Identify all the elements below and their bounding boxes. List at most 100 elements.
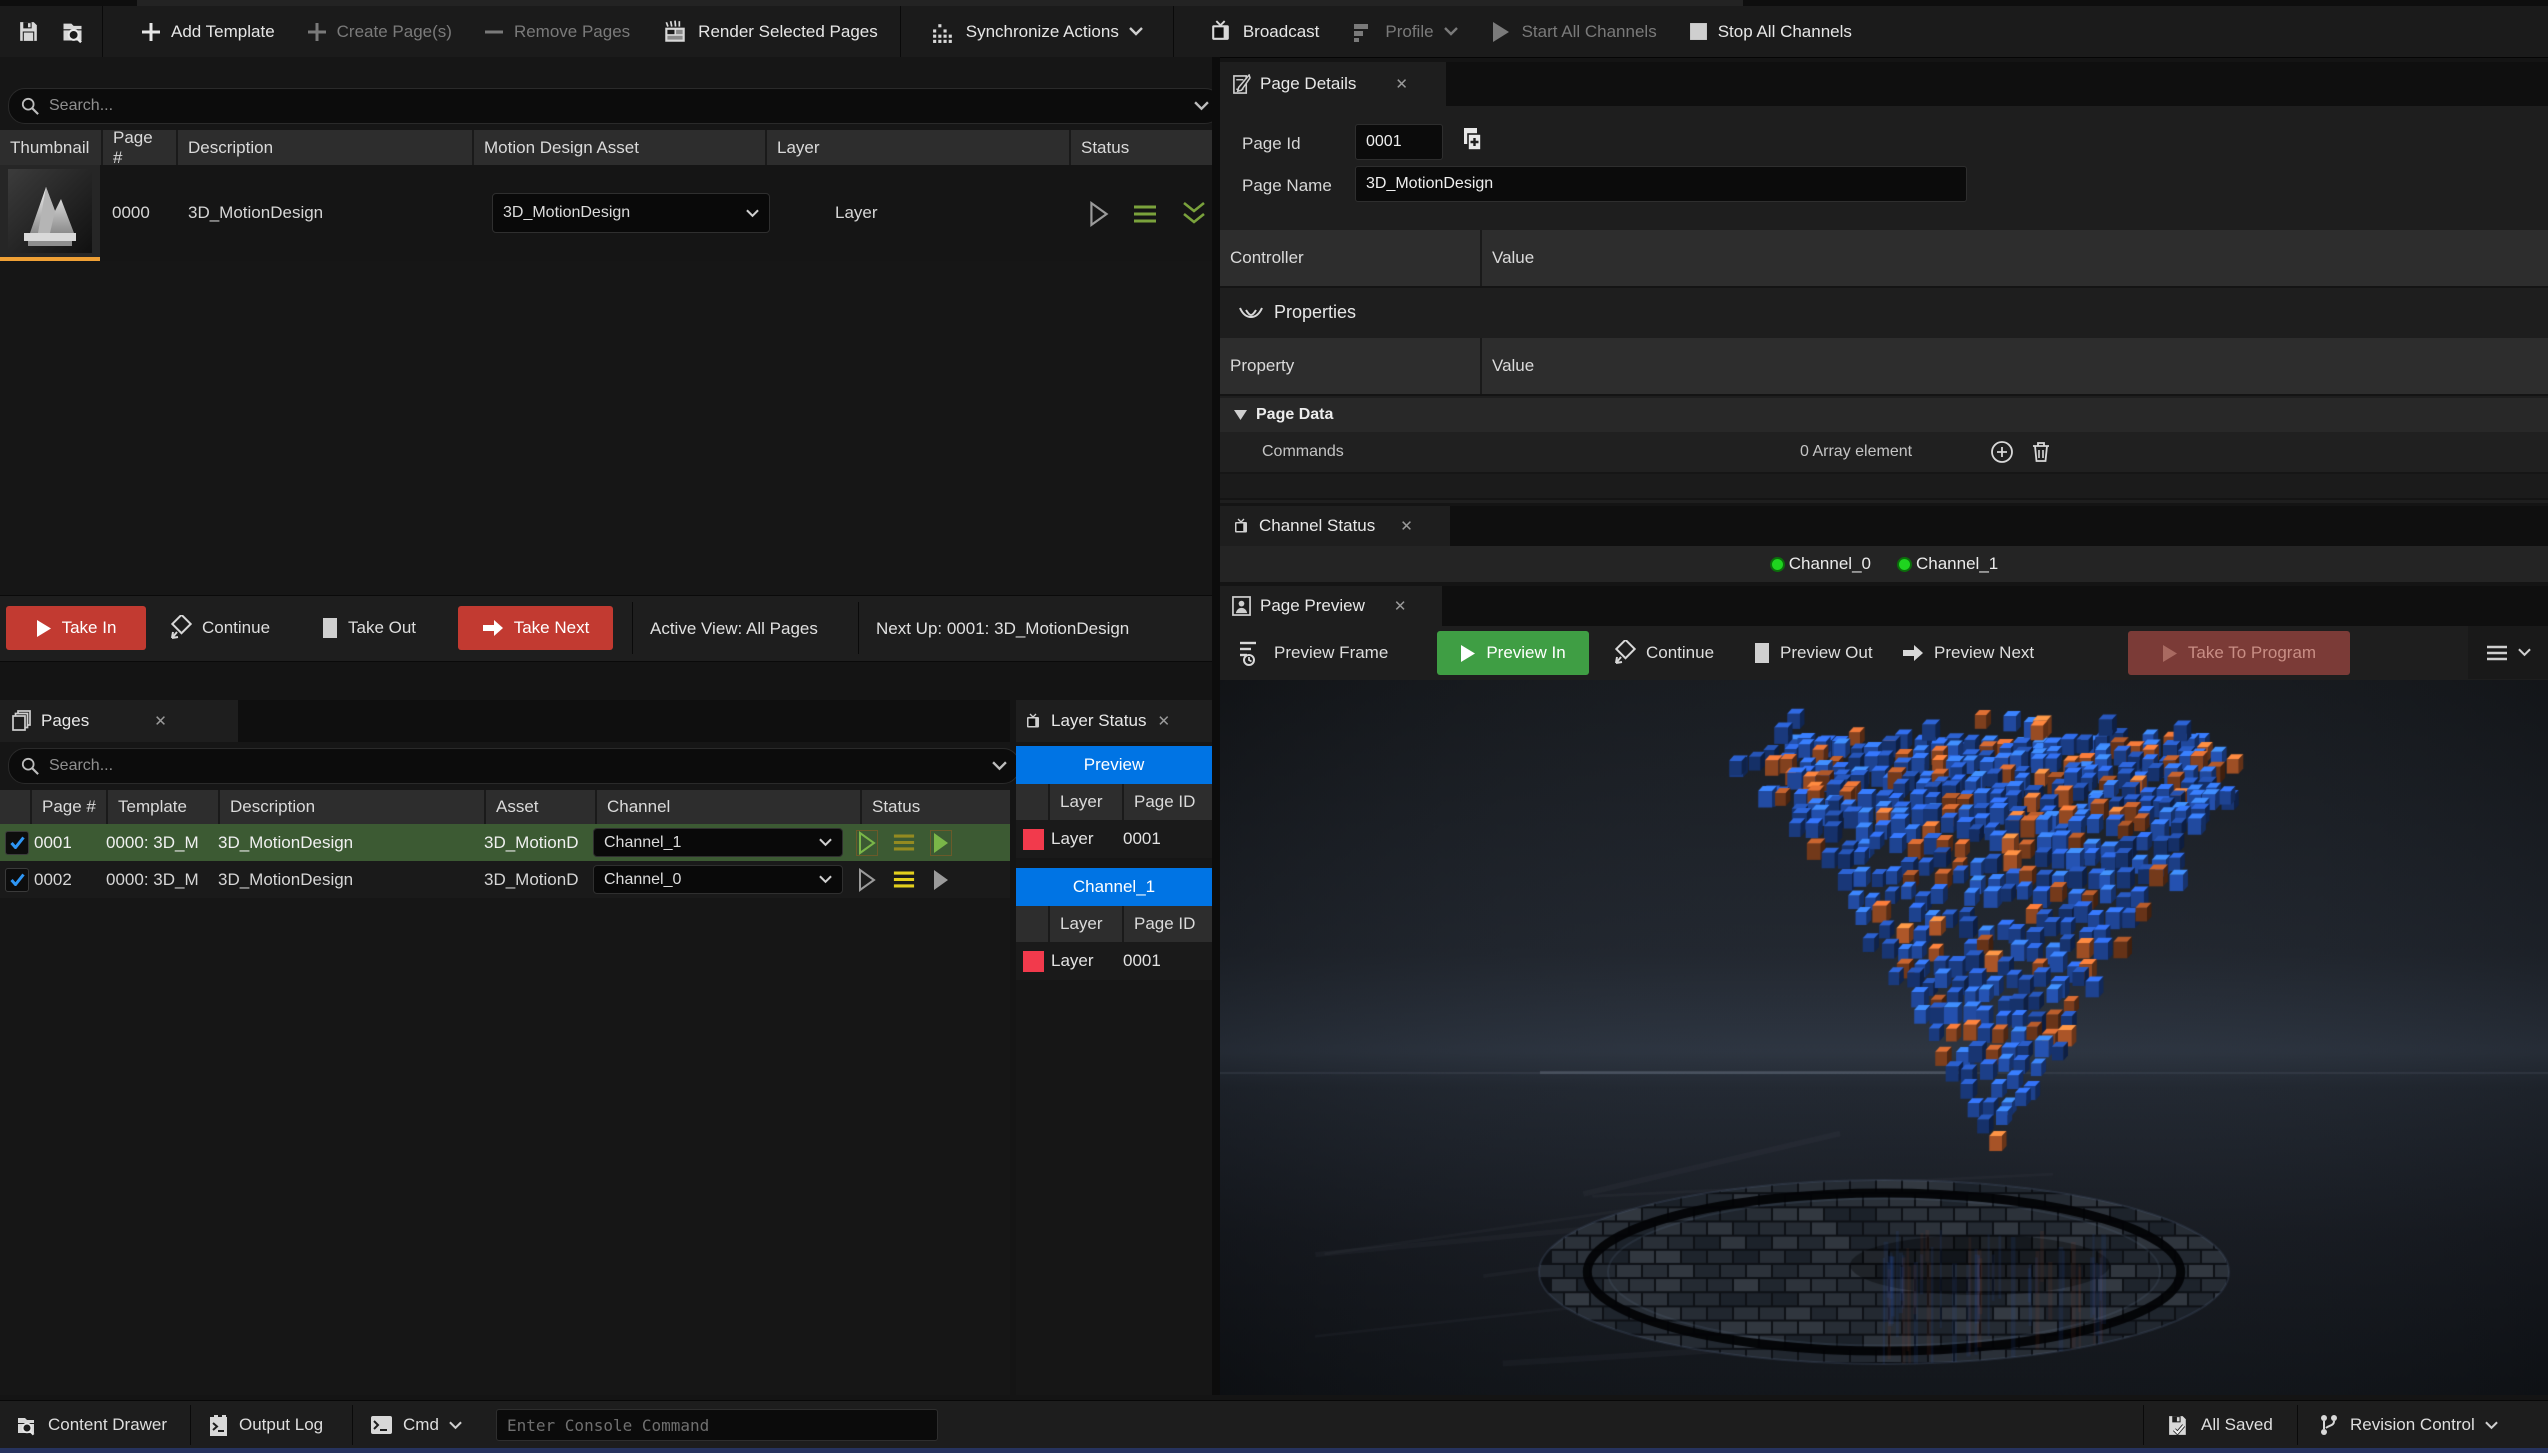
chevron-down-icon[interactable] — [992, 761, 1007, 771]
channel-status-item[interactable]: Channel_1 — [1897, 554, 1998, 574]
col-asset[interactable]: Asset — [486, 790, 597, 824]
page-preview-viewport[interactable] — [1220, 680, 2548, 1395]
col-value[interactable]: Value — [1482, 338, 2548, 394]
tab-pages[interactable]: Pages ✕ — [0, 700, 238, 742]
preview-out-button[interactable]: Preview Out — [1754, 631, 1873, 675]
col-page-id[interactable]: Page ID — [1124, 906, 1212, 942]
col-status[interactable]: Status — [1071, 130, 1212, 165]
play-preview-icon[interactable] — [1088, 201, 1110, 227]
take-to-program-button[interactable]: Take To Program — [2128, 631, 2350, 675]
add-element-icon[interactable] — [1990, 440, 2014, 464]
array-count-label: 0 Array element — [1800, 443, 1990, 461]
render-selected-pages-button[interactable]: Render Selected Pages — [646, 6, 894, 57]
start-all-channels-button[interactable]: Start All Channels — [1474, 6, 1673, 57]
profile-button[interactable]: Profile — [1335, 6, 1473, 57]
close-icon[interactable]: ✕ — [1400, 517, 1413, 535]
template-row-asset-dropdown[interactable]: 3D_MotionDesign — [492, 193, 770, 233]
layer-status-row[interactable]: Layer 0001 — [1016, 942, 1212, 980]
layer-status-group-header[interactable]: Channel_1 — [1016, 868, 1212, 906]
close-icon[interactable]: ✕ — [1395, 75, 1408, 93]
preview-in-button[interactable]: Preview In — [1437, 631, 1589, 675]
synchronize-actions-button[interactable]: Synchronize Actions — [915, 6, 1159, 57]
delete-elements-icon[interactable] — [2030, 440, 2052, 464]
pages-search-input[interactable]: Search... — [8, 748, 1020, 784]
copy-page-id-icon[interactable] — [1458, 126, 1484, 156]
layers-status-icon[interactable] — [1133, 204, 1157, 224]
page-id-input[interactable]: 0001 — [1355, 124, 1443, 160]
row-channel-dropdown[interactable]: Channel_0 — [593, 865, 843, 894]
template-search-input[interactable]: Search... — [8, 88, 1222, 124]
browse-to-asset-button[interactable] — [53, 6, 102, 57]
tab-channel-status[interactable]: Channel Status ✕ — [1220, 506, 1450, 546]
stop-all-channels-button[interactable]: Stop All Channels — [1673, 6, 1868, 57]
col-page-num[interactable]: Page # — [32, 790, 108, 824]
preview-continue-button[interactable]: Continue — [1612, 631, 1714, 675]
take-play-icon[interactable] — [931, 831, 951, 855]
content-drawer-button[interactable]: Content Drawer — [14, 1410, 167, 1440]
tab-page-preview[interactable]: Page Preview ✕ — [1220, 586, 1442, 626]
col-channel[interactable]: Channel — [597, 790, 862, 824]
close-icon[interactable]: ✕ — [1394, 597, 1407, 615]
properties-section-header[interactable]: Properties — [1238, 302, 1356, 323]
page-row-0001[interactable]: 0001 0000: 3D_M 3D_MotionDesign 3D_Motio… — [0, 824, 1010, 861]
play-preview-icon[interactable] — [857, 868, 877, 892]
page-data-section[interactable]: Page Data — [1220, 398, 2548, 432]
page-name-input[interactable]: 3D_MotionDesign — [1355, 166, 1967, 202]
row-checkbox[interactable] — [5, 831, 29, 855]
col-property[interactable]: Property — [1220, 338, 1482, 394]
col-layer[interactable]: Layer — [1050, 784, 1124, 820]
template-row[interactable]: 0000 3D_MotionDesign 3D_MotionDesign Lay… — [0, 165, 1212, 261]
col-page-num[interactable]: Page # — [103, 130, 178, 165]
layers-status-icon[interactable] — [893, 833, 915, 852]
layer-status-group-header[interactable]: Preview — [1016, 746, 1212, 784]
play-preview-icon[interactable] — [857, 831, 877, 855]
channel-status-item[interactable]: Channel_0 — [1770, 554, 1871, 574]
commands-row[interactable]: Commands 0 Array element — [1220, 432, 2548, 474]
revision-control-button[interactable]: Revision Control — [2318, 1410, 2498, 1440]
col-status[interactable]: Status — [862, 790, 1010, 824]
preview-next-button[interactable]: Preview Next — [1902, 631, 2034, 675]
tab-page-details[interactable]: Page Details ✕ — [1220, 62, 1446, 106]
tab-layer-status[interactable]: Layer Status ✕ — [1016, 700, 1212, 742]
cmd-dropdown[interactable]: Cmd — [370, 1410, 462, 1440]
all-saved-button[interactable]: All Saved — [2166, 1410, 2273, 1440]
col-description[interactable]: Description — [220, 790, 486, 824]
continue-button[interactable]: Continue — [168, 606, 270, 650]
row-channel-dropdown[interactable]: Channel_1 — [593, 828, 843, 857]
col-motion-design-asset[interactable]: Motion Design Asset — [474, 130, 767, 165]
take-out-button[interactable]: Take Out — [322, 606, 416, 650]
broadcast-button[interactable]: Broadcast — [1192, 6, 1336, 57]
col-layer[interactable]: Layer — [1050, 906, 1124, 942]
page-row-0002[interactable]: 0002 0000: 3D_M 3D_MotionDesign 3D_Motio… — [0, 861, 1010, 898]
stop-all-channels-label: Stop All Channels — [1718, 22, 1852, 42]
col-layer[interactable]: Layer — [767, 130, 1071, 165]
create-pages-button[interactable]: Create Page(s) — [291, 6, 468, 57]
template-thumbnail[interactable] — [0, 165, 100, 261]
panel-divider[interactable] — [1212, 57, 1220, 1395]
cell-description: 3D_MotionDesign — [218, 833, 484, 853]
col-page-id[interactable]: Page ID — [1124, 784, 1212, 820]
take-next-button[interactable]: Take Next — [458, 606, 613, 650]
close-icon[interactable]: ✕ — [1157, 712, 1170, 730]
take-in-button[interactable]: Take In — [6, 606, 146, 650]
layers-status-icon[interactable] — [893, 870, 915, 889]
save-button[interactable] — [0, 6, 53, 57]
row-checkbox[interactable] — [5, 868, 29, 892]
console-command-input[interactable]: Enter Console Command — [496, 1409, 938, 1441]
output-log-button[interactable]: Output Log — [208, 1410, 323, 1440]
remove-pages-button[interactable]: Remove Pages — [468, 6, 646, 57]
add-template-button[interactable]: Add Template — [125, 6, 291, 57]
chevron-down-icon[interactable] — [1194, 101, 1209, 111]
take-play-icon[interactable] — [931, 868, 951, 892]
preview-frame-button[interactable]: Preview Frame — [1238, 631, 1388, 675]
col-template[interactable]: Template — [108, 790, 220, 824]
col-controller[interactable]: Controller — [1220, 230, 1482, 286]
col-description[interactable]: Description — [178, 130, 474, 165]
chevron-down-icon — [746, 209, 759, 218]
col-value[interactable]: Value — [1482, 230, 2548, 286]
layer-status-row[interactable]: Layer 0001 — [1016, 820, 1212, 858]
double-chevron-down-icon[interactable] — [1182, 201, 1206, 227]
col-thumbnail[interactable]: Thumbnail — [0, 130, 103, 165]
close-icon[interactable]: ✕ — [154, 712, 167, 730]
preview-settings-menu[interactable] — [2468, 626, 2548, 679]
